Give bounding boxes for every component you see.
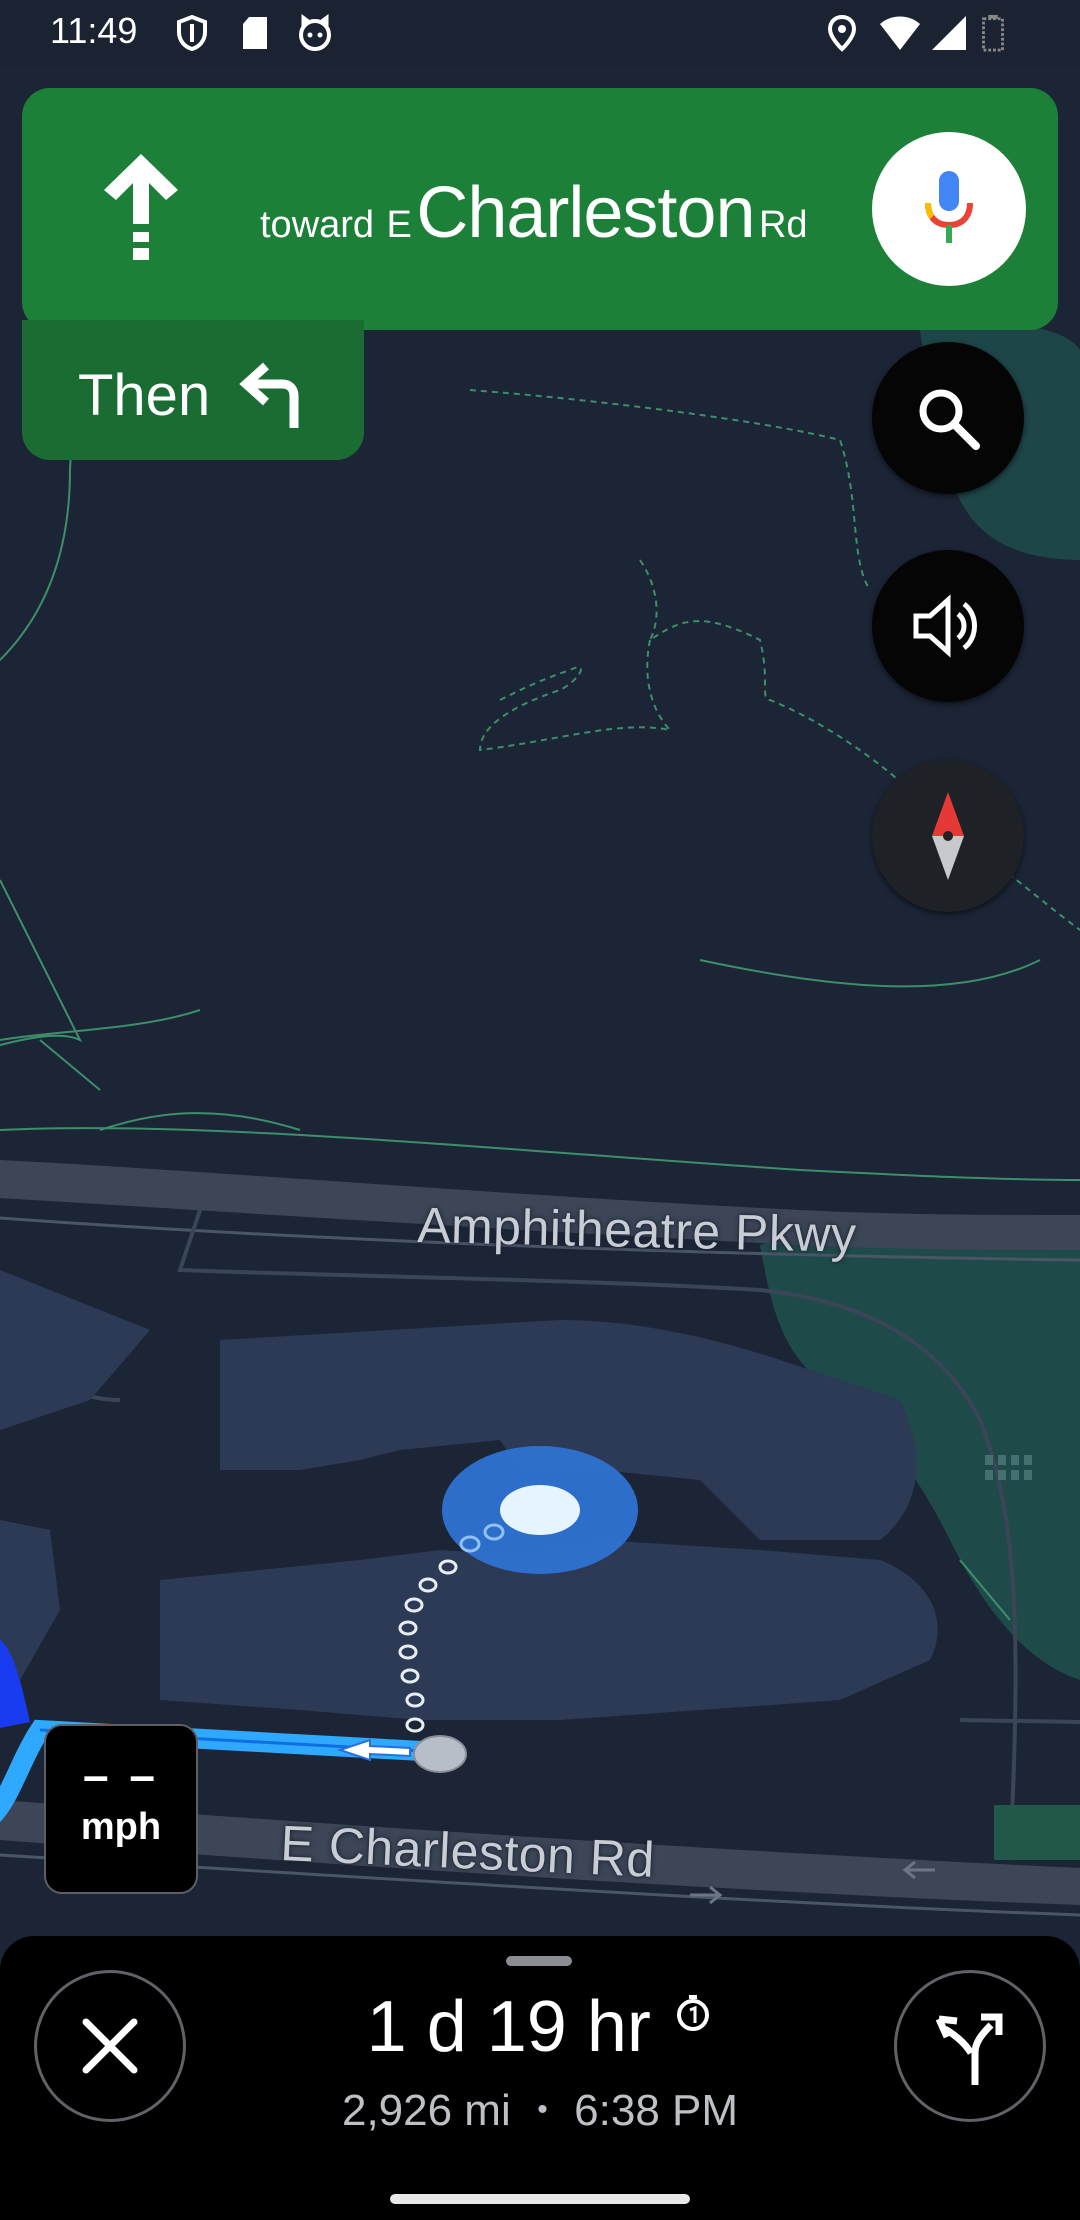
sd-card-icon	[243, 17, 267, 49]
street-name: Charleston	[416, 173, 755, 253]
route-options-icon	[935, 2013, 1003, 2085]
cat-face-icon	[299, 14, 331, 51]
street-label-amphitheatre: Amphitheatre Pkwy	[416, 1196, 858, 1263]
signal-icon	[932, 16, 966, 50]
compass-icon	[932, 792, 964, 880]
mic-icon	[925, 171, 973, 243]
trip-distance: 2,926 mi	[341, 2086, 511, 2135]
search-icon	[919, 389, 980, 450]
navigation-banner[interactable]: toward E Charleston Rd	[22, 88, 1058, 330]
then-label: Then	[78, 363, 211, 428]
drag-handle[interactable]	[506, 1956, 572, 1966]
arrow-up-icon	[104, 154, 178, 260]
volume-icon	[913, 594, 977, 658]
timer-icon	[677, 1995, 710, 2031]
trip-duration: 1 d 19 hr	[366, 1987, 651, 2067]
instruction-text: toward E Charleston Rd	[260, 172, 808, 254]
trip-summary-sheet[interactable]: 1 d 19 hr 2,926 mi • 6:38 PM	[0, 1936, 1080, 2220]
audio-button[interactable]	[872, 550, 1024, 702]
battery-icon	[982, 14, 1004, 52]
speed-value: – –	[83, 1749, 159, 1801]
speed-unit: mph	[80, 1806, 162, 1848]
voice-search-button[interactable]	[872, 132, 1026, 286]
search-button[interactable]	[872, 342, 1024, 494]
toward-label: toward	[260, 204, 375, 246]
arrival-time: 6:38 PM	[574, 2086, 739, 2135]
turn-left-icon	[239, 362, 299, 428]
route-options-button[interactable]	[894, 1970, 1046, 2122]
status-bar: 11:49	[0, 0, 1080, 66]
status-time: 11:49	[50, 10, 138, 51]
trip-separator: •	[537, 2093, 548, 2126]
compass-button[interactable]	[872, 760, 1024, 912]
location-icon	[827, 14, 857, 52]
home-indicator[interactable]	[390, 2194, 690, 2204]
shield-icon	[177, 14, 207, 52]
wifi-icon	[880, 16, 920, 50]
street-prefix: E	[386, 204, 412, 246]
speedometer: – – mph	[44, 1724, 198, 1894]
street-suffix: Rd	[758, 204, 808, 246]
then-card[interactable]: Then	[22, 320, 364, 460]
